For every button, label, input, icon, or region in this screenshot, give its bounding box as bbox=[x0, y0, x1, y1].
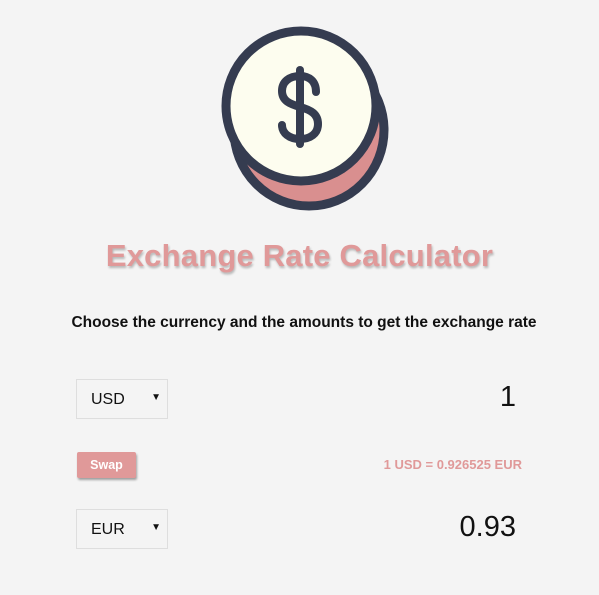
swap-button[interactable]: Swap bbox=[77, 452, 136, 478]
exchange-rate-text: 1 USD = 0.926525 EUR bbox=[383, 457, 522, 472]
amount-one-input[interactable]: 1 bbox=[500, 381, 516, 414]
amount-two-input[interactable]: 0.93 bbox=[460, 511, 516, 544]
chevron-down-icon: ▼ bbox=[151, 522, 161, 533]
currency-one-code: USD bbox=[91, 391, 125, 408]
swap-rate-row: Swap 1 USD = 0.926525 EUR bbox=[77, 452, 527, 478]
page-subtitle: Choose the currency and the amounts to g… bbox=[71, 314, 537, 331]
currency-two-select[interactable]: EUR ▼ bbox=[76, 509, 168, 549]
currency-two-row: EUR ▼ 0.93 bbox=[76, 509, 528, 549]
currency-two-code: EUR bbox=[91, 521, 125, 538]
currency-one-row: USD ▼ 1 bbox=[76, 379, 528, 419]
page-title: Exchange Rate Calculator bbox=[105, 238, 494, 273]
chevron-down-icon: ▼ bbox=[151, 392, 161, 403]
dollar-coin-icon bbox=[218, 26, 390, 212]
currency-one-select[interactable]: USD ▼ bbox=[76, 379, 168, 419]
